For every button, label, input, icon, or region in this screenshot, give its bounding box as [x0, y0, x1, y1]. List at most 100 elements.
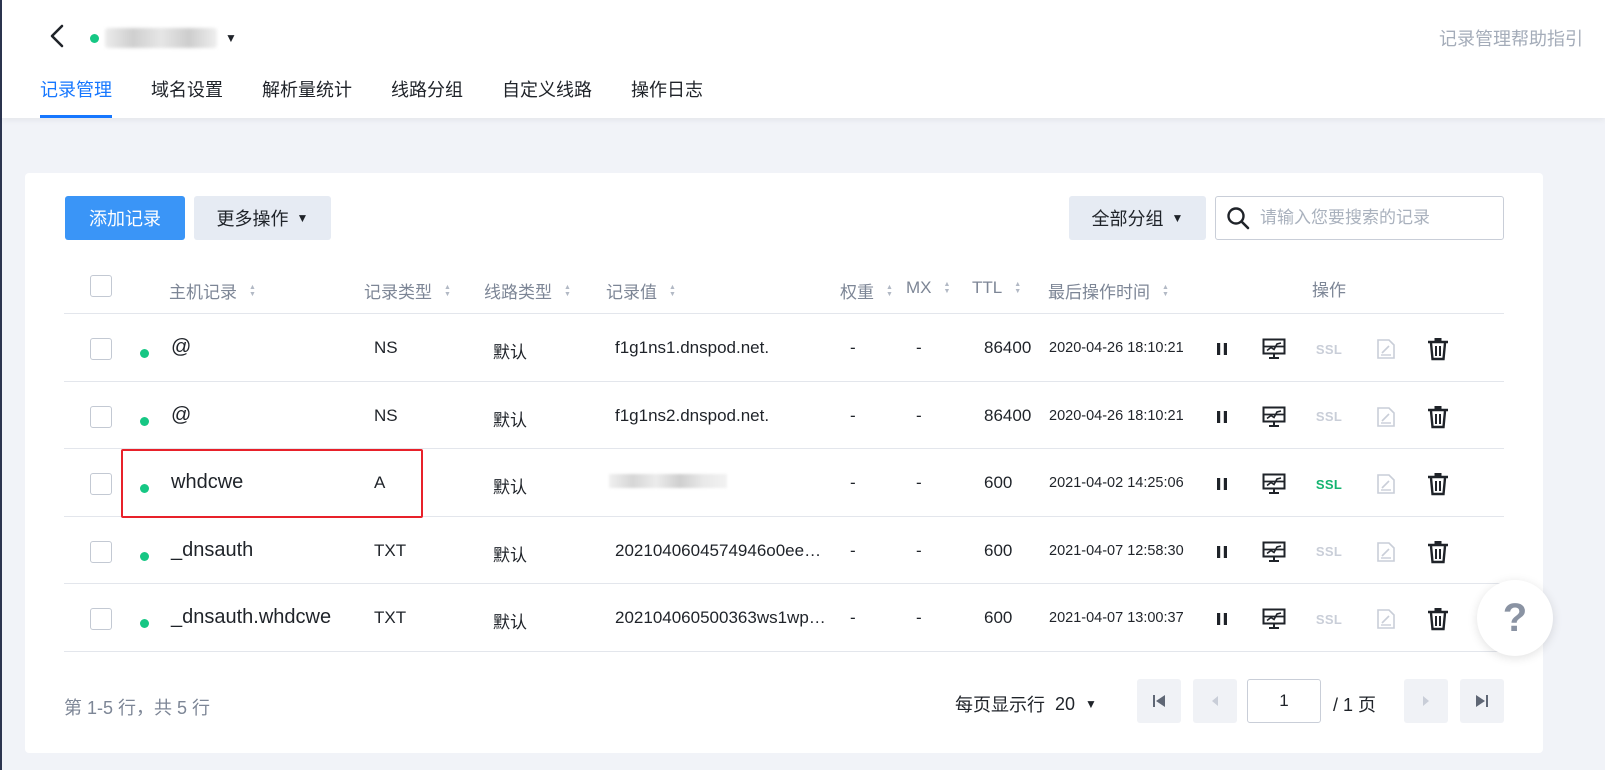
column-line[interactable]: 线路类型 ▲ ▼ — [484, 278, 571, 303]
add-record-button[interactable]: 添加记录 — [65, 196, 185, 240]
records-table: 主机记录 ▲ ▼ 记录类型 ▲ ▼ 线路类型 ▲ ▼ 记录值 ▲ ▼ 权重 ▲ ▼ MX … — [64, 260, 1504, 652]
table-header: 主机记录 ▲ ▼ 记录类型 ▲ ▼ 线路类型 ▲ ▼ 记录值 ▲ ▼ 权重 ▲ ▼ MX … — [64, 260, 1504, 314]
column-mx-label: MX — [906, 278, 932, 297]
tab-line-groups[interactable]: 线路分组 — [391, 76, 463, 118]
row-checkbox[interactable] — [90, 405, 112, 428]
last-page-button[interactable] — [1460, 679, 1504, 723]
record-weight: - — [850, 608, 856, 627]
pause-icon[interactable] — [1209, 539, 1235, 565]
column-host[interactable]: 主机记录 ▲ ▼ — [169, 278, 256, 303]
monitor-icon[interactable] — [1261, 606, 1287, 632]
monitor-icon[interactable] — [1261, 404, 1287, 430]
ssl-button[interactable]: SSL — [1314, 471, 1344, 497]
row-checkbox[interactable] — [90, 473, 112, 495]
record-host: _dnsauth.whdcwe — [171, 606, 332, 628]
tab-domain-settings[interactable]: 域名设置 — [151, 76, 223, 118]
ssl-label: SSL — [1315, 409, 1343, 424]
help-float-button[interactable]: ? — [1477, 580, 1553, 656]
record-type: A — [374, 473, 386, 492]
next-page-button[interactable] — [1404, 679, 1448, 723]
ssl-button[interactable]: SSL — [1314, 404, 1344, 430]
edit-icon[interactable] — [1373, 336, 1399, 362]
select-all-checkbox[interactable] — [90, 275, 112, 297]
trash-icon[interactable] — [1425, 471, 1451, 497]
prev-page-button[interactable] — [1193, 679, 1237, 723]
first-page-button[interactable] — [1137, 679, 1181, 723]
column-ttl-label: TTL — [972, 278, 1003, 297]
edit-icon[interactable] — [1373, 539, 1399, 565]
search-input[interactable] — [1260, 208, 1490, 228]
column-type-label: 记录类型 — [364, 283, 432, 302]
monitor-icon[interactable] — [1261, 471, 1287, 497]
ssl-button[interactable]: SSL — [1314, 336, 1344, 362]
domain-name-redacted — [105, 28, 217, 48]
sort-icon: ▲ ▼ — [943, 281, 951, 295]
record-host: _dnsauth — [171, 538, 254, 561]
row-checkbox[interactable] — [90, 540, 112, 563]
record-weight: - — [850, 540, 856, 560]
edit-icon[interactable] — [1373, 606, 1399, 632]
ssl-button[interactable]: SSL — [1314, 606, 1344, 632]
table-row: @ NS 默认 f1g1ns2.dnspod.net. - - 86400 20… — [64, 382, 1504, 449]
sort-icon: ▲ ▼ — [1162, 283, 1169, 298]
record-ttl: 86400 — [984, 405, 1032, 425]
record-mx: - — [916, 338, 922, 357]
record-value: 202104060500363ws1wp6... — [615, 608, 829, 627]
per-page-selector[interactable]: 每页显示行 20 ▼ — [955, 691, 1097, 717]
record-line: 默认 — [493, 613, 527, 632]
column-time[interactable]: 最后操作时间 ▲ ▼ — [1048, 278, 1169, 303]
monitor-icon[interactable] — [1261, 539, 1287, 565]
monitor-icon[interactable] — [1261, 336, 1287, 362]
edit-icon[interactable] — [1373, 404, 1399, 430]
domain-switcher[interactable]: ▼ — [90, 26, 237, 50]
row-checkbox[interactable] — [90, 338, 112, 360]
group-filter-button[interactable]: 全部分组 ▼ — [1069, 196, 1206, 240]
column-time-label: 最后操作时间 — [1048, 283, 1150, 302]
back-button[interactable] — [42, 20, 72, 52]
trash-icon[interactable] — [1425, 539, 1451, 565]
edit-icon[interactable] — [1373, 471, 1399, 497]
record-ttl: 600 — [984, 540, 1013, 560]
column-weight[interactable]: 权重 ▲ ▼ — [840, 278, 893, 303]
record-value: f1g1ns1.dnspod.net. — [615, 338, 770, 357]
trash-icon[interactable] — [1425, 606, 1451, 632]
record-value-redacted — [609, 474, 727, 488]
record-updated-time: 2020-04-26 18:10:21 — [1049, 340, 1184, 356]
trash-icon[interactable] — [1425, 336, 1451, 362]
tab-record-management[interactable]: 记录管理 — [40, 76, 112, 118]
help-guide-link[interactable]: 记录管理帮助指引 — [1439, 25, 1583, 51]
row-checkbox[interactable] — [90, 608, 112, 630]
record-status-dot — [140, 551, 149, 561]
record-type: TXT — [374, 608, 407, 627]
column-host-label: 主机记录 — [169, 283, 237, 302]
trash-icon[interactable] — [1425, 404, 1451, 430]
ssl-button[interactable]: SSL — [1314, 539, 1344, 565]
pause-icon[interactable] — [1209, 404, 1235, 430]
record-line: 默认 — [493, 478, 527, 497]
ssl-label: SSL — [1315, 476, 1343, 492]
tab-custom-lines[interactable]: 自定义线路 — [502, 76, 592, 118]
column-ttl[interactable]: TTL ▲ ▼ — [972, 278, 1021, 298]
record-weight: - — [850, 405, 856, 425]
caret-down-icon: ▼ — [296, 211, 309, 225]
pause-icon[interactable] — [1209, 336, 1235, 362]
record-line: 默认 — [493, 545, 527, 565]
tab-operation-log[interactable]: 操作日志 — [631, 76, 703, 118]
pagination-summary: 第 1-5 行，共 5 行 — [64, 698, 211, 718]
pause-icon[interactable] — [1209, 606, 1235, 632]
record-status-dot — [140, 484, 149, 493]
record-ttl: 86400 — [984, 338, 1032, 357]
caret-down-icon: ▼ — [225, 31, 237, 45]
record-updated-time: 2021-04-07 12:58:30 — [1049, 542, 1184, 559]
sort-icon: ▲ ▼ — [886, 283, 893, 298]
column-type[interactable]: 记录类型 ▲ ▼ — [364, 278, 451, 303]
column-mx[interactable]: MX ▲ ▼ — [906, 278, 950, 298]
per-page-value: 20 — [1055, 693, 1076, 714]
page-number-input[interactable] — [1247, 679, 1321, 723]
tab-resolution-stats[interactable]: 解析量统计 — [262, 76, 352, 118]
column-value[interactable]: 记录值 ▲ ▼ — [606, 278, 676, 303]
more-actions-button[interactable]: 更多操作 ▼ — [194, 196, 331, 240]
column-actions-label: 操作 — [1312, 281, 1346, 300]
record-status-dot — [140, 349, 149, 358]
pause-icon[interactable] — [1209, 471, 1235, 497]
